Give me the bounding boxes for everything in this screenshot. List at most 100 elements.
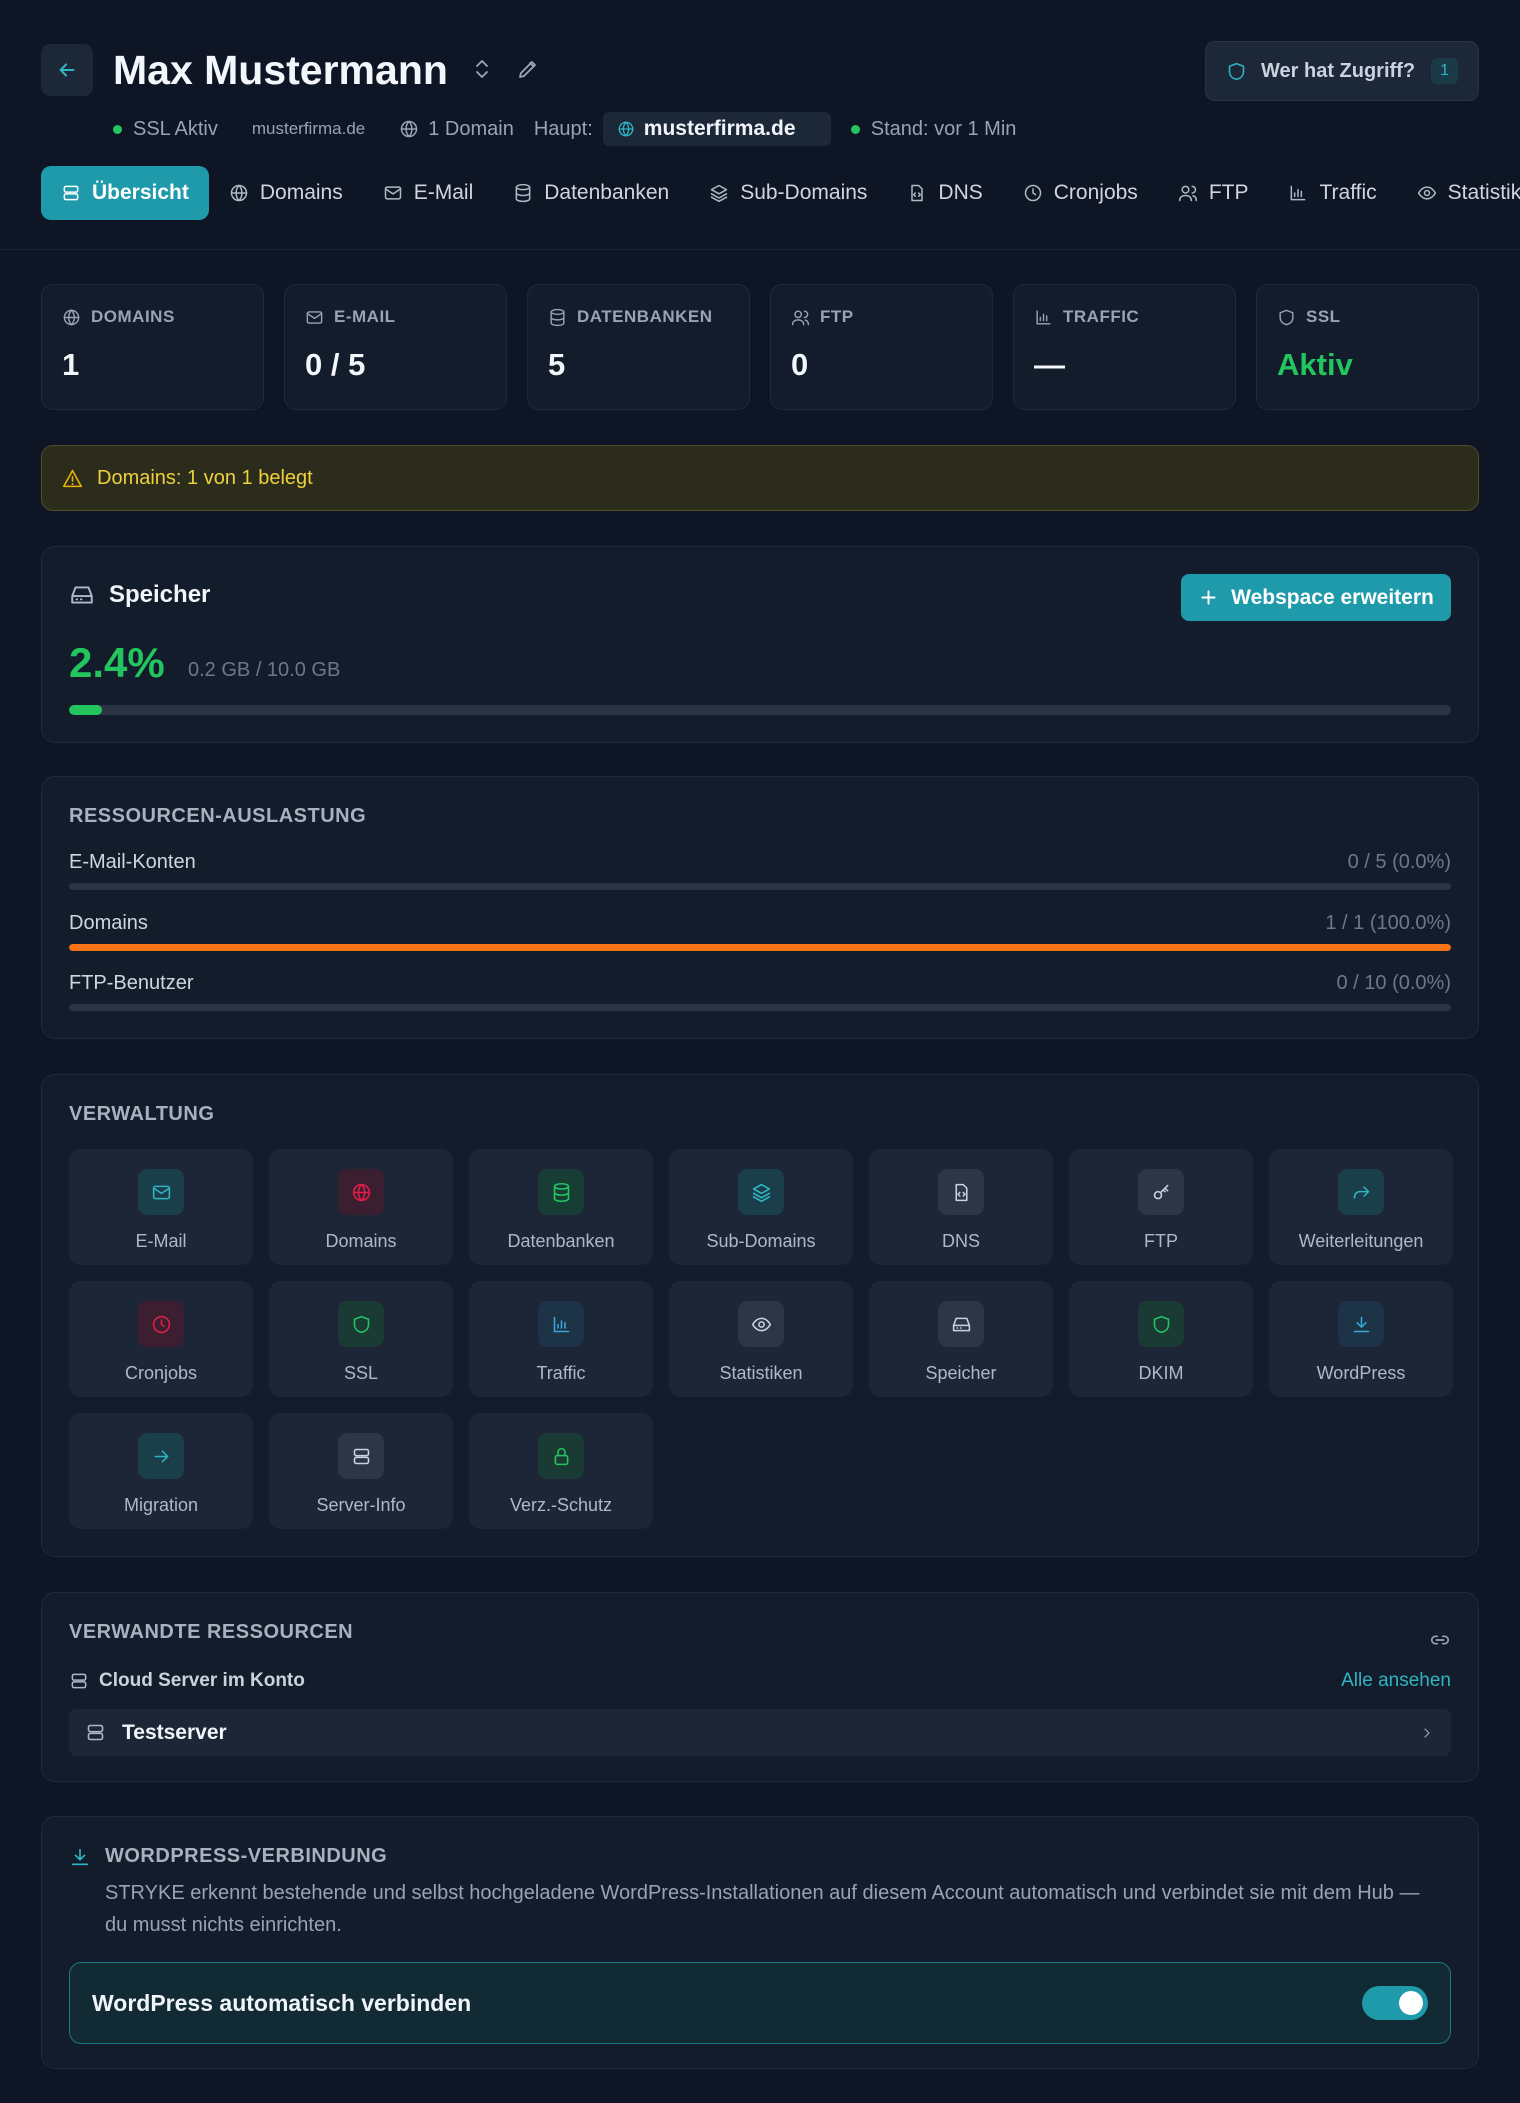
tile-label: Server-Info: [316, 1495, 406, 1515]
tab-ftp[interactable]: FTP: [1158, 166, 1269, 220]
tile-label: DNS: [941, 1231, 980, 1251]
wordpress-description: STRYKE erkennt bestehende und selbst hoc…: [105, 1882, 1420, 1936]
tab-sub-domains[interactable]: Sub-Domains: [689, 166, 887, 220]
database-icon: [515, 183, 531, 203]
page-header: Max Mustermann Wer hat Zugriff? 1 SSL Ak…: [0, 0, 1520, 250]
tab-traffic[interactable]: Traffic: [1268, 166, 1396, 220]
hard-drive-icon: [71, 586, 93, 604]
tile-server-info[interactable]: Server-Info: [269, 1413, 453, 1529]
tile-domains[interactable]: Domains: [269, 1149, 453, 1265]
access-count-badge: 1: [1431, 58, 1458, 84]
globe-icon: [352, 1183, 370, 1201]
tile-traffic[interactable]: Traffic: [469, 1281, 653, 1397]
tile-dkim[interactable]: DKIM: [1069, 1281, 1253, 1397]
header-meta: SSL Aktiv musterfirma.de 1 Domain Haupt:…: [113, 112, 1016, 146]
stat-value: 0: [791, 347, 809, 382]
eye-icon: [751, 1317, 771, 1331]
tile-label: E-Mail: [135, 1231, 187, 1251]
tile-wordpress[interactable]: WordPress: [1269, 1281, 1453, 1397]
tile-label: Speicher: [925, 1363, 997, 1383]
resource-row-email: E-Mail-Konten 0 / 5 (0.0%): [69, 851, 1451, 901]
last-updated: Stand: vor 1 Min: [870, 117, 1017, 140]
related-item-label: Testserver: [122, 1720, 227, 1744]
tile-statistiken[interactable]: Statistiken: [669, 1281, 853, 1397]
server-icon: [353, 1448, 369, 1464]
wordpress-auto-connect-toggle[interactable]: [1362, 1986, 1428, 2020]
stat-card-traffic: TRAFFIC —: [1013, 284, 1236, 410]
hard-drive-icon: [952, 1317, 970, 1331]
tile-speicher[interactable]: Speicher: [869, 1281, 1053, 1397]
shield-icon: [1279, 309, 1294, 325]
who-has-access-button[interactable]: Wer hat Zugriff? 1: [1205, 41, 1479, 101]
tile-label: FTP: [1144, 1231, 1178, 1251]
stat-value: 5: [548, 347, 566, 382]
users-icon: [791, 309, 810, 325]
tile-datenbanken[interactable]: Datenbanken: [469, 1149, 653, 1265]
tile-dns[interactable]: DNS: [869, 1149, 1053, 1265]
resource-row-ftp: FTP-Benutzer 0 / 10 (0.0%): [69, 972, 1451, 1022]
server-icon: [71, 1673, 87, 1689]
tab-datenbanken[interactable]: Datenbanken: [493, 166, 689, 220]
resource-bar: [69, 883, 1451, 890]
tab-cronjobs[interactable]: Cronjobs: [1003, 166, 1158, 220]
stat-label: FTP: [820, 307, 854, 326]
file-code-icon: [911, 184, 924, 202]
tile-cronjobs[interactable]: Cronjobs: [69, 1281, 253, 1397]
users-icon: [1178, 185, 1197, 202]
access-button-label: Wer hat Zugriff?: [1261, 59, 1416, 82]
tab-statistiken[interactable]: Statistiken: [1397, 166, 1520, 220]
tile-weiterleitungen[interactable]: Weiterleitungen: [1269, 1149, 1453, 1265]
tile-ssl[interactable]: SSL: [269, 1281, 453, 1397]
stat-label: DOMAINS: [91, 307, 175, 326]
tab-email[interactable]: E-Mail: [363, 166, 494, 220]
pencil-icon: [519, 61, 536, 78]
wordpress-title: WORDPRESS-VERBINDUNG: [105, 1845, 388, 1867]
bar-chart-icon: [553, 1316, 569, 1332]
expand-webspace-button[interactable]: Webspace erweitern: [1181, 574, 1451, 621]
back-button[interactable]: [41, 44, 93, 96]
tile-migration[interactable]: Migration: [69, 1413, 253, 1529]
chevrons-up-down-icon: [476, 60, 488, 78]
edit-title-button[interactable]: [516, 57, 540, 81]
related-item-testserver[interactable]: Testserver: [69, 1709, 1451, 1756]
arrow-left-icon: [59, 63, 75, 77]
resource-value: 0 / 5 (0.0%): [1347, 851, 1451, 873]
tile-email[interactable]: E-Mail: [69, 1149, 253, 1265]
plus-icon: [1201, 590, 1216, 605]
tile-sub-domains[interactable]: Sub-Domains: [669, 1149, 853, 1265]
stat-card-email: E-MAIL 0 / 5: [284, 284, 507, 410]
tile-label: Datenbanken: [507, 1231, 615, 1251]
main-domain-pill[interactable]: musterfirma.de: [602, 112, 831, 146]
chevron-right-icon: [1424, 1727, 1430, 1738]
tile-verz-schutz[interactable]: Verz.-Schutz: [469, 1413, 653, 1529]
tile-label: Statistiken: [719, 1363, 803, 1383]
status-dot: [850, 124, 860, 134]
download-icon: [1353, 1316, 1369, 1332]
database-icon: [550, 308, 565, 326]
stat-value: —: [1034, 347, 1065, 382]
tab-label: Cronjobs: [1053, 181, 1138, 204]
resource-row-domains: Domains 1 / 1 (100.0%): [69, 912, 1451, 962]
resource-name: Domains: [69, 912, 148, 934]
mail-icon: [306, 310, 323, 324]
related-resources-card: VERWANDTE RESSOURCEN Cloud Server im Kon…: [41, 1592, 1479, 1782]
stat-value: 1: [62, 347, 80, 382]
related-subtitle: Cloud Server im Konto: [99, 1670, 305, 1691]
main-domain: musterfirma.de: [643, 117, 796, 140]
tab-dns[interactable]: DNS: [887, 166, 1002, 220]
stats-row: DOMAINS 1 E-MAIL 0 / 5 DATENBANKEN 5 FTP…: [41, 284, 1479, 410]
resource-usage-card: RESSOURCEN-AUSLASTUNG E-Mail-Konten 0 / …: [41, 776, 1479, 1039]
ssl-status: SSL Aktiv: [133, 117, 218, 140]
wordpress-connection-card: WORDPRESS-VERBINDUNG STRYKE erkennt best…: [41, 1816, 1479, 2069]
tab-label: DNS: [938, 181, 983, 204]
tile-ftp[interactable]: FTP: [1069, 1149, 1253, 1265]
expand-webspace-label: Webspace erweitern: [1231, 585, 1434, 609]
stat-card-ssl: SSL Aktiv: [1256, 284, 1479, 410]
tab-uebersicht[interactable]: Übersicht: [41, 166, 209, 220]
related-link-button[interactable]: [1429, 1629, 1451, 1651]
tab-domains[interactable]: Domains: [209, 166, 363, 220]
globe-icon: [63, 309, 80, 325]
view-all-link[interactable]: Alle ansehen: [1341, 1670, 1451, 1692]
switch-account-button[interactable]: [470, 57, 494, 81]
tab-label: Traffic: [1319, 181, 1377, 204]
